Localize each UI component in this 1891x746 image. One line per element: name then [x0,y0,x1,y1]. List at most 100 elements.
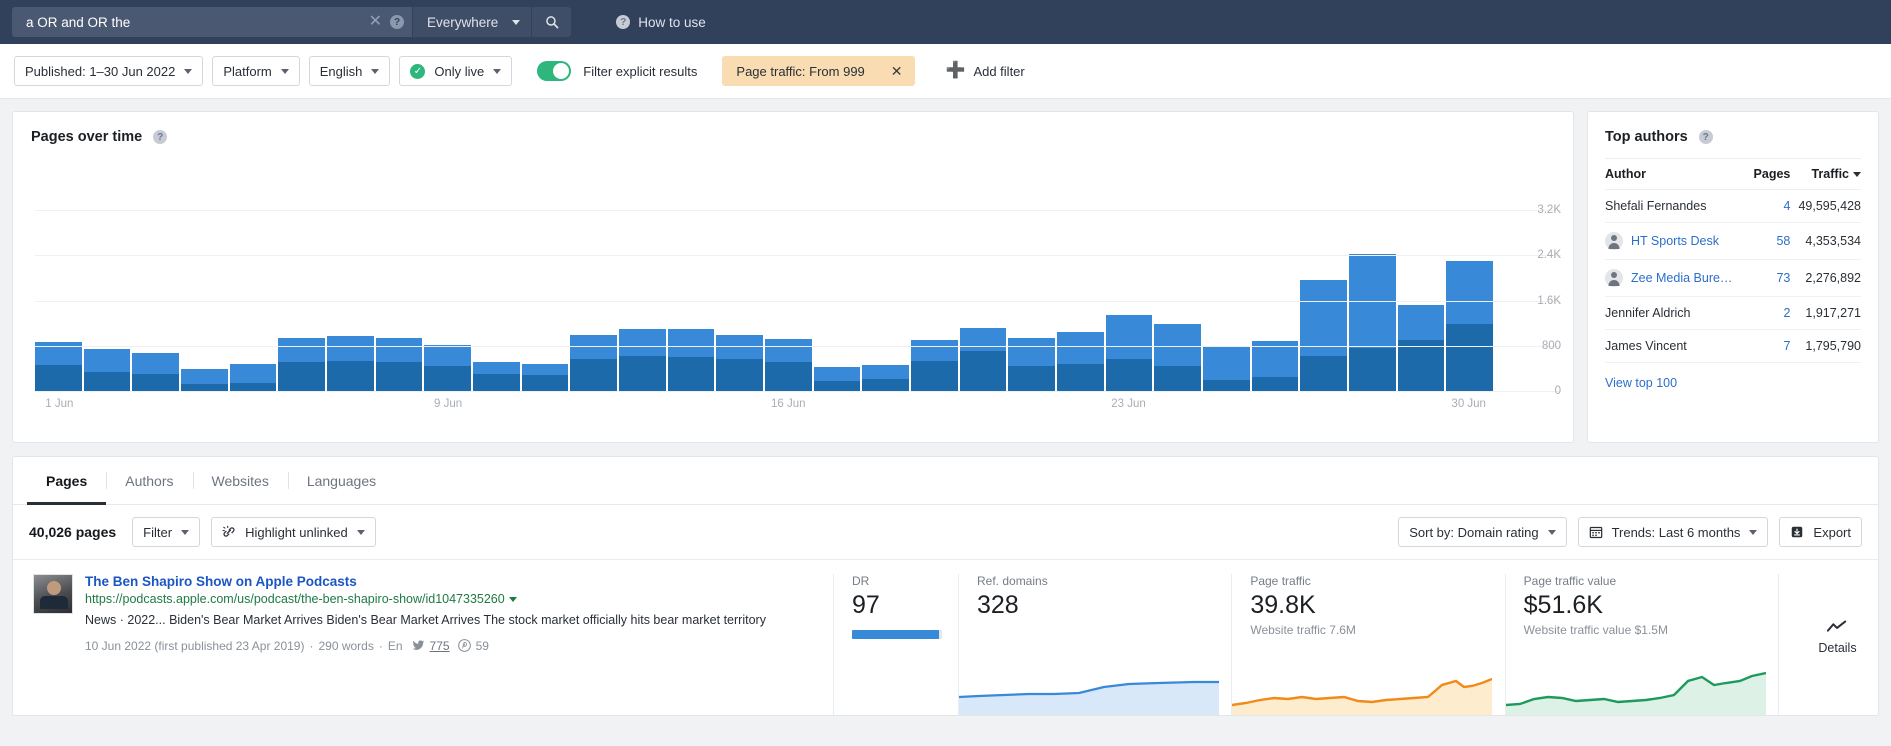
filter-explicit-toggle[interactable] [537,61,572,81]
chart-bar[interactable] [424,344,472,391]
author-name: James Vincent [1605,339,1687,353]
chart-bar[interactable] [132,352,180,391]
chart-bar-segment-all [278,338,326,362]
chart-bar-segment-live [1349,348,1396,391]
remove-filter-icon[interactable]: ✕ [879,56,915,86]
author-cell-content: Jennifer Aldrich [1605,306,1749,320]
view-top-100-link[interactable]: View top 100 [1605,363,1677,390]
author-name[interactable]: Zee Media Bure… [1631,271,1732,285]
chart-bar[interactable] [1397,305,1445,391]
filter-language[interactable]: English [308,56,391,86]
filter-platform[interactable]: Platform [212,56,300,86]
active-filter-chip-page-traffic[interactable]: Page traffic: From 999 ✕ [722,56,915,86]
column-header-pages[interactable]: Pages [1748,158,1791,190]
add-filter-label: Add filter [973,63,1025,79]
export-button[interactable]: Export [1779,517,1862,547]
tab-pages[interactable]: Pages [27,457,107,505]
chart-bar[interactable] [911,340,958,391]
author-cell-content: Shefali Fernandes [1605,199,1749,213]
export-label: Export [1813,524,1851,540]
chart-bar[interactable] [327,335,374,391]
how-to-use-link[interactable]: ? How to use [613,15,706,30]
pagetraffic-sparkline [1232,677,1493,715]
chart-bar[interactable] [521,363,569,391]
chart-bar[interactable] [716,335,764,391]
meta-sep: · [378,638,383,653]
tab-languages[interactable]: Languages [287,457,395,504]
column-header-author[interactable]: Author [1605,158,1749,190]
table-row[interactable]: James Vincent 7 1,795,790 [1605,329,1861,363]
chart-bar-segment-all [619,329,666,356]
result-meta-words: 290 words [318,638,374,653]
chart-bar[interactable] [1251,340,1299,391]
result-details-button[interactable]: Details [1777,574,1878,715]
chart-bar[interactable] [1105,314,1153,391]
chart-bar[interactable] [181,368,228,391]
search-field-wrapper: ✕ ? [12,7,412,37]
tab-websites[interactable]: Websites [192,457,288,504]
chart-bars [35,165,1494,391]
filter-published[interactable]: Published: 1–30 Jun 2022 [14,56,204,86]
chart-bar-segment-live [1105,359,1153,391]
chart-bar[interactable] [1154,324,1202,391]
chart-bar[interactable] [862,365,910,391]
tab-authors[interactable]: Authors [106,457,192,504]
table-row[interactable]: The Ben Shapiro Show on Apple Podcasts h… [13,559,1878,715]
chart-bar[interactable] [1057,332,1104,391]
chart-bar-segment-all [83,349,131,373]
chart-bar-segment-live [911,360,958,391]
result-meta-tweets[interactable]: 775 [430,639,450,653]
add-filter-button[interactable]: ➕ Add filter [946,63,1025,79]
chart-bar[interactable] [473,361,520,391]
table-row[interactable]: Shefali Fernandes 4 49,595,428 [1605,189,1861,223]
author-cell-content: James Vincent [1605,339,1749,353]
result-metrics: DR 97 Ref. domains 328 Page traffic 39.8… [833,574,1878,715]
table-row[interactable]: Zee Media Bure… 73 2,276,892 [1605,259,1861,297]
result-url-text: https://podcasts.apple.com/us/podcast/th… [85,592,505,606]
author-name[interactable]: HT Sports Desk [1631,234,1719,248]
trafficvalue-sparkline [1505,671,1766,715]
chart-bar[interactable] [83,349,131,391]
chevron-down-icon[interactable] [508,597,517,603]
author-pages[interactable]: 4 [1748,189,1791,223]
chart-bar[interactable] [1203,346,1250,391]
chart-bar[interactable] [619,329,666,391]
author-pages[interactable]: 7 [1748,329,1791,363]
clear-search-icon[interactable]: ✕ [364,14,387,30]
chart-bar[interactable] [570,334,618,391]
chart-bar[interactable] [1349,254,1396,391]
table-row[interactable]: Jennifer Aldrich 2 1,917,271 [1605,296,1861,330]
search-submit-button[interactable] [531,7,572,37]
chart-bar[interactable] [667,329,715,391]
column-header-traffic[interactable]: Traffic [1790,158,1861,190]
chart-bar[interactable] [765,339,812,391]
author-pages[interactable]: 2 [1748,296,1791,330]
author-pages[interactable]: 58 [1748,222,1791,260]
chart-bar[interactable] [959,328,1007,391]
filter-only-live[interactable]: ✓ Only live [399,56,513,86]
chart-bar-segment-live [132,374,180,391]
chart-bar[interactable] [813,366,861,391]
metric-pagetraffic-sub: Website traffic 7.6M [1250,622,1356,637]
result-title-link[interactable]: The Ben Shapiro Show on Apple Podcasts [85,574,766,589]
chart-bar[interactable] [229,363,277,391]
results-filter-button[interactable]: Filter [132,517,201,547]
author-name: Jennifer Aldrich [1605,306,1691,320]
chart-help-icon[interactable]: ? [153,130,168,144]
results-count: 40,026 pages [29,524,117,540]
search-input[interactable] [24,13,364,31]
chart-bar[interactable] [35,342,82,391]
search-help-icon[interactable]: ? [390,15,404,29]
metric-trafficvalue-value: $51.6K [1523,591,1603,619]
highlight-unlinked-button[interactable]: Highlight unlinked [211,517,376,547]
chart-bar[interactable] [1446,261,1494,391]
top-authors-help-icon[interactable]: ? [1698,130,1713,144]
author-pages[interactable]: 73 [1748,259,1791,297]
table-row[interactable]: HT Sports Desk 58 4,353,534 [1605,222,1861,260]
chart-bar-segment-live [619,355,666,391]
chart-bar[interactable] [1300,279,1348,391]
search-scope-dropdown[interactable]: Everywhere [412,7,532,37]
sort-by-button[interactable]: Sort by: Domain rating [1398,517,1567,547]
trends-range-button[interactable]: Trends: Last 6 months [1577,517,1769,547]
column-header-traffic-label: Traffic [1811,167,1849,181]
